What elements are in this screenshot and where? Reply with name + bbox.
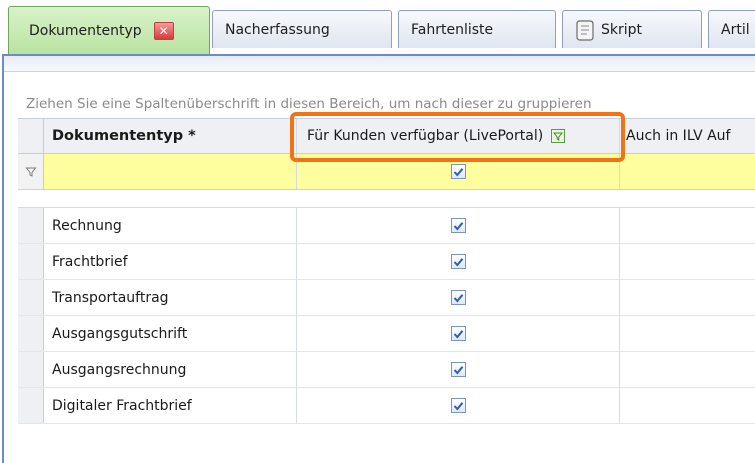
table-row[interactable]: Rechnung bbox=[18, 208, 755, 244]
cell-kunden bbox=[297, 244, 620, 279]
tab-label: Skript bbox=[601, 21, 643, 38]
checkbox[interactable] bbox=[450, 254, 466, 269]
header-indicator bbox=[18, 119, 44, 153]
table-row[interactable]: Digitaler Frachtbrief bbox=[18, 388, 755, 424]
tab-nacherfassung[interactable]: Nacherfassung bbox=[212, 10, 392, 48]
checkbox[interactable] bbox=[450, 164, 466, 179]
filter-row-indicator bbox=[18, 154, 44, 189]
cell-ilv bbox=[620, 280, 755, 315]
checkbox[interactable] bbox=[450, 362, 466, 377]
row-indicator bbox=[18, 352, 44, 387]
row-indicator bbox=[18, 316, 44, 351]
tab-dokumententyp[interactable]: Dokumententyp ✕ bbox=[8, 6, 210, 54]
tab-fahrtenliste[interactable]: Fahrtenliste bbox=[398, 10, 556, 48]
tab-label: Artil bbox=[721, 21, 750, 38]
table-row[interactable]: Frachtbrief bbox=[18, 244, 755, 280]
column-header-label: Auch in ILV Auf bbox=[626, 128, 731, 144]
tab-artil[interactable]: Artil bbox=[708, 10, 755, 48]
cell-dokumententyp: Transportauftrag bbox=[44, 280, 297, 315]
row-indicator bbox=[18, 208, 44, 243]
cell-kunden bbox=[297, 280, 620, 315]
checkbox[interactable] bbox=[450, 326, 466, 341]
cell-ilv bbox=[620, 208, 755, 243]
grid-spacer bbox=[18, 190, 755, 208]
data-grid: Dokumententyp * Für Kunden verfügbar (Li… bbox=[18, 118, 755, 424]
cell-kunden bbox=[297, 316, 620, 351]
column-header-label: Dokumententyp * bbox=[52, 128, 196, 144]
cell-dokumententyp: Rechnung bbox=[44, 208, 297, 243]
cell-ilv bbox=[620, 352, 755, 387]
cell-ilv bbox=[620, 388, 755, 423]
filter-row bbox=[18, 154, 755, 190]
table-row[interactable]: Ausgangsgutschrift bbox=[18, 316, 755, 352]
checkbox[interactable] bbox=[450, 218, 466, 233]
column-header-kunden-verfuegbar[interactable]: Für Kunden verfügbar (LivePortal) bbox=[297, 119, 620, 153]
panel-topbar bbox=[4, 56, 755, 72]
content-panel: Ziehen Sie eine Spaltenüberschrift in di… bbox=[2, 54, 755, 463]
cell-dokumententyp: Ausgangsrechnung bbox=[44, 352, 297, 387]
column-header-ilv[interactable]: Auch in ILV Auf bbox=[620, 119, 755, 153]
cell-kunden bbox=[297, 352, 620, 387]
cell-ilv bbox=[620, 244, 755, 279]
tab-label: Dokumententyp bbox=[29, 22, 142, 39]
tab-skript[interactable]: Skript bbox=[562, 10, 702, 48]
filter-cell-kunden[interactable] bbox=[297, 154, 620, 189]
column-header-label: Für Kunden verfügbar (LivePortal) bbox=[307, 128, 544, 144]
grid-header: Dokumententyp * Für Kunden verfügbar (Li… bbox=[18, 118, 755, 154]
table-row[interactable]: Ausgangsrechnung bbox=[18, 352, 755, 388]
cell-ilv bbox=[620, 316, 755, 351]
group-hint-text: Ziehen Sie eine Spaltenüberschrift in di… bbox=[26, 96, 592, 112]
row-indicator bbox=[18, 388, 44, 423]
row-indicator bbox=[18, 280, 44, 315]
row-indicator bbox=[18, 244, 44, 279]
cell-dokumententyp: Frachtbrief bbox=[44, 244, 297, 279]
cell-dokumententyp: Ausgangsgutschrift bbox=[44, 316, 297, 351]
script-icon bbox=[575, 19, 595, 41]
cell-kunden bbox=[297, 388, 620, 423]
tab-label: Fahrtenliste bbox=[411, 21, 494, 38]
tab-label: Nacherfassung bbox=[225, 21, 330, 38]
column-header-dokumententyp[interactable]: Dokumententyp * bbox=[44, 119, 297, 153]
tab-strip: Dokumententyp ✕ Nacherfassung Fahrtenlis… bbox=[0, 0, 755, 58]
cell-kunden bbox=[297, 208, 620, 243]
table-row[interactable]: Transportauftrag bbox=[18, 280, 755, 316]
funnel-icon bbox=[24, 167, 37, 177]
cell-dokumententyp: Digitaler Frachtbrief bbox=[44, 388, 297, 423]
filter-icon[interactable] bbox=[551, 129, 566, 143]
filter-cell-ilv[interactable] bbox=[620, 154, 755, 189]
checkbox[interactable] bbox=[450, 398, 466, 413]
checkbox[interactable] bbox=[450, 290, 466, 305]
filter-cell-dokumententyp[interactable] bbox=[44, 154, 297, 189]
close-icon[interactable]: ✕ bbox=[153, 21, 174, 40]
